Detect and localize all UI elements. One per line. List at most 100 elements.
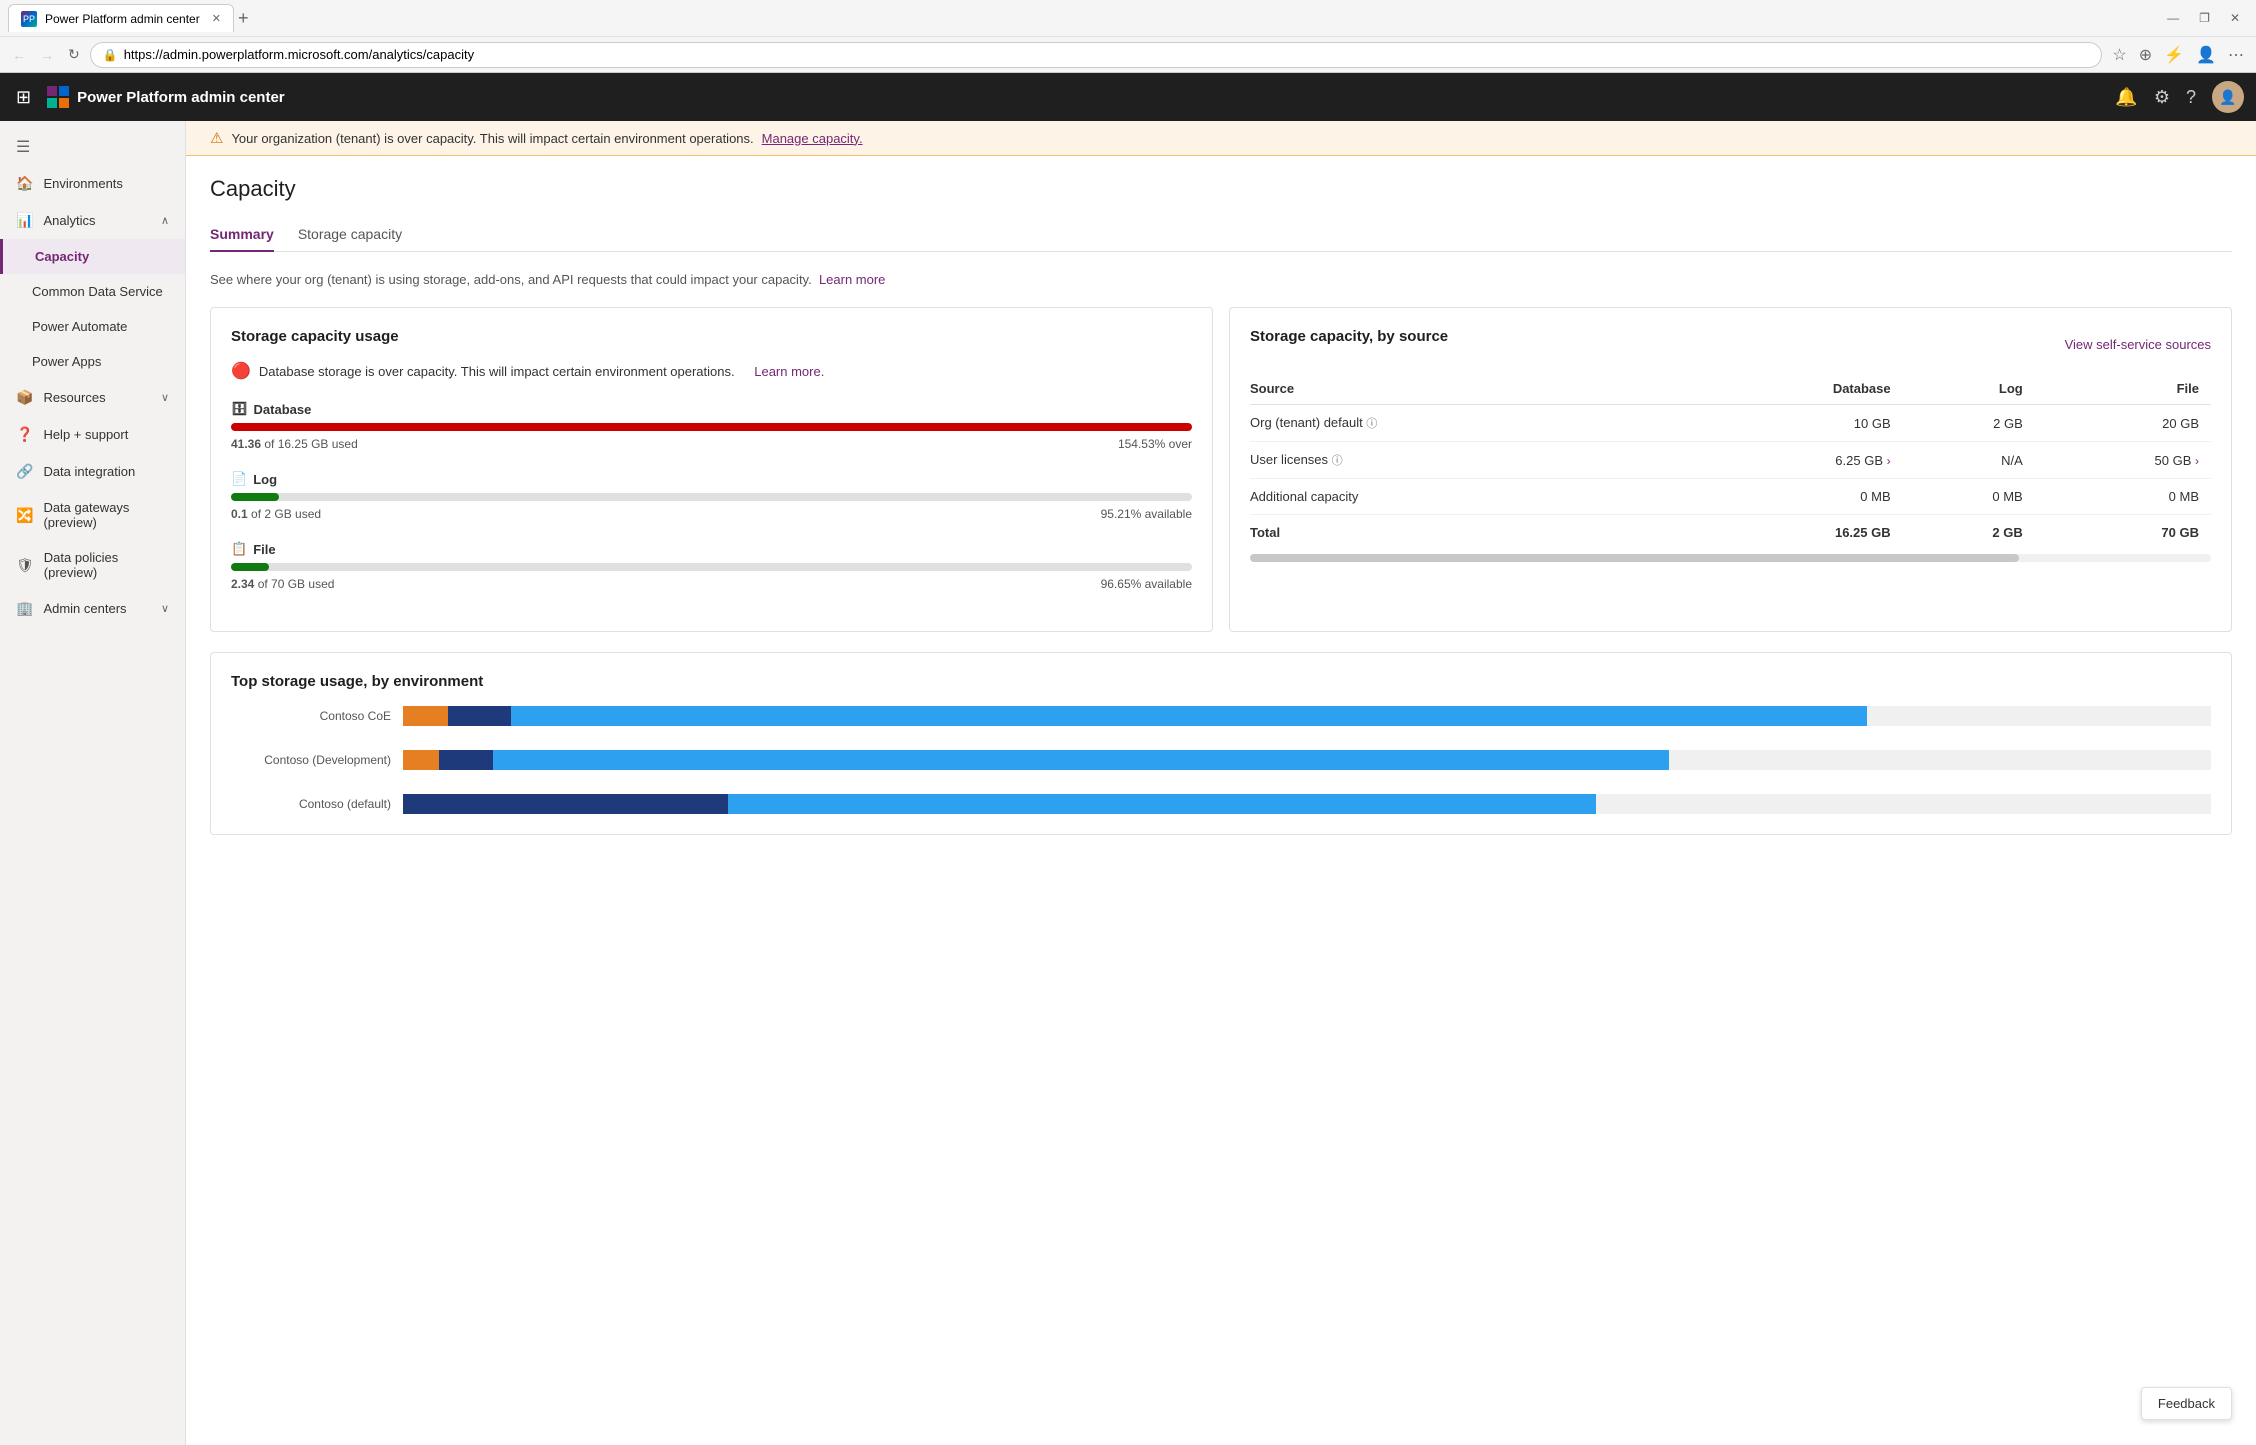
- sidebar-collapse-btn[interactable]: ☰: [0, 129, 185, 165]
- browser-tab-title: Power Platform admin center: [45, 12, 200, 26]
- more-icon[interactable]: ⋯: [2224, 43, 2248, 67]
- top-storage-chart-card: Top storage usage, by environment: [210, 652, 2232, 835]
- total-file: 70 GB: [2035, 515, 2211, 551]
- learn-more-link[interactable]: Learn more: [819, 272, 885, 287]
- log-used-text: 0.1 of 2 GB used: [231, 507, 321, 521]
- chart-segment-orange: [403, 706, 448, 726]
- sidebar-item-label: Power Apps: [32, 354, 169, 369]
- table-row: User licenses ⓘ 6.25 GB › N/A 50 GB: [1250, 442, 2211, 479]
- org-tenant-label: Org (tenant) default: [1250, 415, 1363, 430]
- view-self-service-link[interactable]: View self-service sources: [2065, 337, 2211, 352]
- col-file: File: [2035, 373, 2211, 405]
- browser-tab-close[interactable]: ✕: [212, 12, 221, 25]
- org-tenant-database: 10 GB: [1685, 405, 1903, 442]
- sidebar-item-common-data-service[interactable]: Common Data Service: [0, 274, 185, 309]
- tab-storage-capacity[interactable]: Storage capacity: [298, 218, 402, 252]
- sidebar-item-data-integration[interactable]: 🔗 Data integration: [0, 453, 185, 490]
- source-org-tenant: Org (tenant) default ⓘ: [1250, 405, 1685, 442]
- org-tenant-info-icon[interactable]: ⓘ: [1366, 418, 1377, 430]
- chart-title: Top storage usage, by environment: [231, 673, 2211, 690]
- sidebar-item-label: Data gateways (preview): [43, 500, 169, 530]
- sidebar-item-environments[interactable]: 🏠 Environments: [0, 165, 185, 202]
- storage-file-header: 📋 File: [231, 541, 1192, 557]
- error-learn-more-link[interactable]: Learn more.: [754, 364, 824, 379]
- page-content: Capacity Summary Storage capacity See wh…: [186, 156, 2256, 875]
- tabs: Summary Storage capacity: [210, 218, 2232, 252]
- browser-tab[interactable]: PP Power Platform admin center ✕: [8, 4, 234, 32]
- error-icon: 🔴: [231, 361, 251, 381]
- sidebar-item-power-automate[interactable]: Power Automate: [0, 309, 185, 344]
- storage-item-file: 📋 File 2.34 of 70 GB used 96.65% availab…: [231, 541, 1192, 591]
- window-close-btn[interactable]: ✕: [2222, 11, 2248, 25]
- collections-icon[interactable]: ⊕: [2135, 43, 2156, 67]
- col-database: Database: [1685, 373, 1903, 405]
- tab-summary[interactable]: Summary: [210, 218, 274, 252]
- notification-icon[interactable]: 🔔: [2115, 87, 2137, 108]
- total-log: 2 GB: [1903, 515, 2035, 551]
- sidebar-item-help-support[interactable]: ❓ Help + support: [0, 416, 185, 453]
- admin-centers-icon: 🏢: [16, 600, 33, 617]
- feedback-button[interactable]: Feedback: [2141, 1387, 2232, 1420]
- chart-segment-dark-blue: [448, 706, 511, 726]
- favorites-icon[interactable]: ☆: [2108, 43, 2130, 67]
- storage-usage-card: Storage capacity usage 🔴 Database storag…: [210, 307, 1213, 632]
- user-licenses-info-icon[interactable]: ⓘ: [1332, 455, 1343, 467]
- capacity-table: Source Database Log File Org (tenant) de…: [1250, 373, 2211, 550]
- org-tenant-log: 2 GB: [1903, 405, 2035, 442]
- log-icon: 📄: [231, 471, 247, 487]
- source-additional-capacity: Additional capacity: [1250, 479, 1685, 515]
- col-source: Source: [1250, 373, 1685, 405]
- refresh-button[interactable]: ↻: [64, 44, 84, 65]
- file-icon: 📋: [231, 541, 247, 557]
- user-licenses-db-chevron-icon[interactable]: ›: [1887, 454, 1891, 468]
- storage-usage-title: Storage capacity usage: [231, 328, 1192, 345]
- manage-capacity-link[interactable]: Manage capacity.: [762, 131, 863, 146]
- sidebar-item-label: Environments: [43, 176, 169, 191]
- sidebar-item-analytics[interactable]: 📊 Analytics ∧: [0, 202, 185, 239]
- window-minimize-btn[interactable]: —: [2159, 11, 2187, 25]
- user-licenses-file-chevron-icon[interactable]: ›: [2195, 454, 2199, 468]
- sidebar-item-power-apps[interactable]: Power Apps: [0, 344, 185, 379]
- sidebar-item-data-gateways[interactable]: 🔀 Data gateways (preview): [0, 490, 185, 540]
- help-icon[interactable]: ?: [2186, 87, 2196, 108]
- sidebar-item-label: Data integration: [43, 464, 169, 479]
- database-used-text: 41.36 of 16.25 GB used: [231, 437, 358, 451]
- database-label: Database: [254, 402, 312, 417]
- sidebar-item-resources[interactable]: 📦 Resources ∨: [0, 379, 185, 416]
- window-restore-btn[interactable]: ❐: [2191, 11, 2218, 25]
- chart-bar-bg: [403, 706, 2211, 726]
- back-button[interactable]: ←: [8, 45, 30, 65]
- file-stats: 2.34 of 70 GB used 96.65% available: [231, 577, 1192, 591]
- description-text: See where your org (tenant) is using sto…: [210, 272, 812, 287]
- resources-icon: 📦: [16, 389, 33, 406]
- user-avatar[interactable]: 👤: [2212, 81, 2244, 113]
- app-title: Power Platform admin center: [77, 89, 285, 106]
- scrollbar-thumb[interactable]: [1250, 554, 2019, 562]
- file-used-text: 2.34 of 70 GB used: [231, 577, 334, 591]
- total-database: 16.25 GB: [1685, 515, 1903, 551]
- power-platform-logo-icon: [47, 86, 69, 108]
- waffle-icon[interactable]: ⊞: [12, 83, 35, 112]
- extensions-icon[interactable]: ⚡: [2160, 43, 2188, 67]
- profile-icon[interactable]: 👤: [2192, 43, 2220, 67]
- settings-icon[interactable]: ⚙: [2154, 87, 2170, 108]
- sidebar-item-label: Help + support: [43, 427, 169, 442]
- forward-button[interactable]: →: [36, 45, 58, 65]
- sidebar-item-data-policies[interactable]: 🛡 Data policies (preview): [0, 540, 185, 590]
- browser-toolbar: ← → ↻ 🔒 https://admin.powerplatform.micr…: [0, 36, 2256, 72]
- chart-label: Contoso (Development): [231, 753, 391, 767]
- org-tenant-file: 20 GB: [2035, 405, 2211, 442]
- horizontal-scrollbar[interactable]: [1250, 554, 2211, 562]
- address-bar[interactable]: 🔒 https://admin.powerplatform.microsoft.…: [90, 42, 2103, 68]
- sidebar-item-capacity[interactable]: Capacity: [0, 239, 185, 274]
- sidebar-item-label: Admin centers: [43, 601, 151, 616]
- sidebar-item-admin-centers[interactable]: 🏢 Admin centers ∨: [0, 590, 185, 627]
- chart-grid: Contoso CoE Contoso (Deve: [231, 706, 2211, 814]
- sidebar-item-label: Analytics: [43, 213, 151, 228]
- log-bar-container: [231, 493, 1192, 501]
- page-title: Capacity: [210, 176, 2232, 202]
- data-policies-icon: 🛡: [16, 557, 34, 574]
- log-label: Log: [253, 472, 277, 487]
- chart-bar-area: [403, 794, 2211, 814]
- browser-new-tab[interactable]: +: [238, 8, 249, 29]
